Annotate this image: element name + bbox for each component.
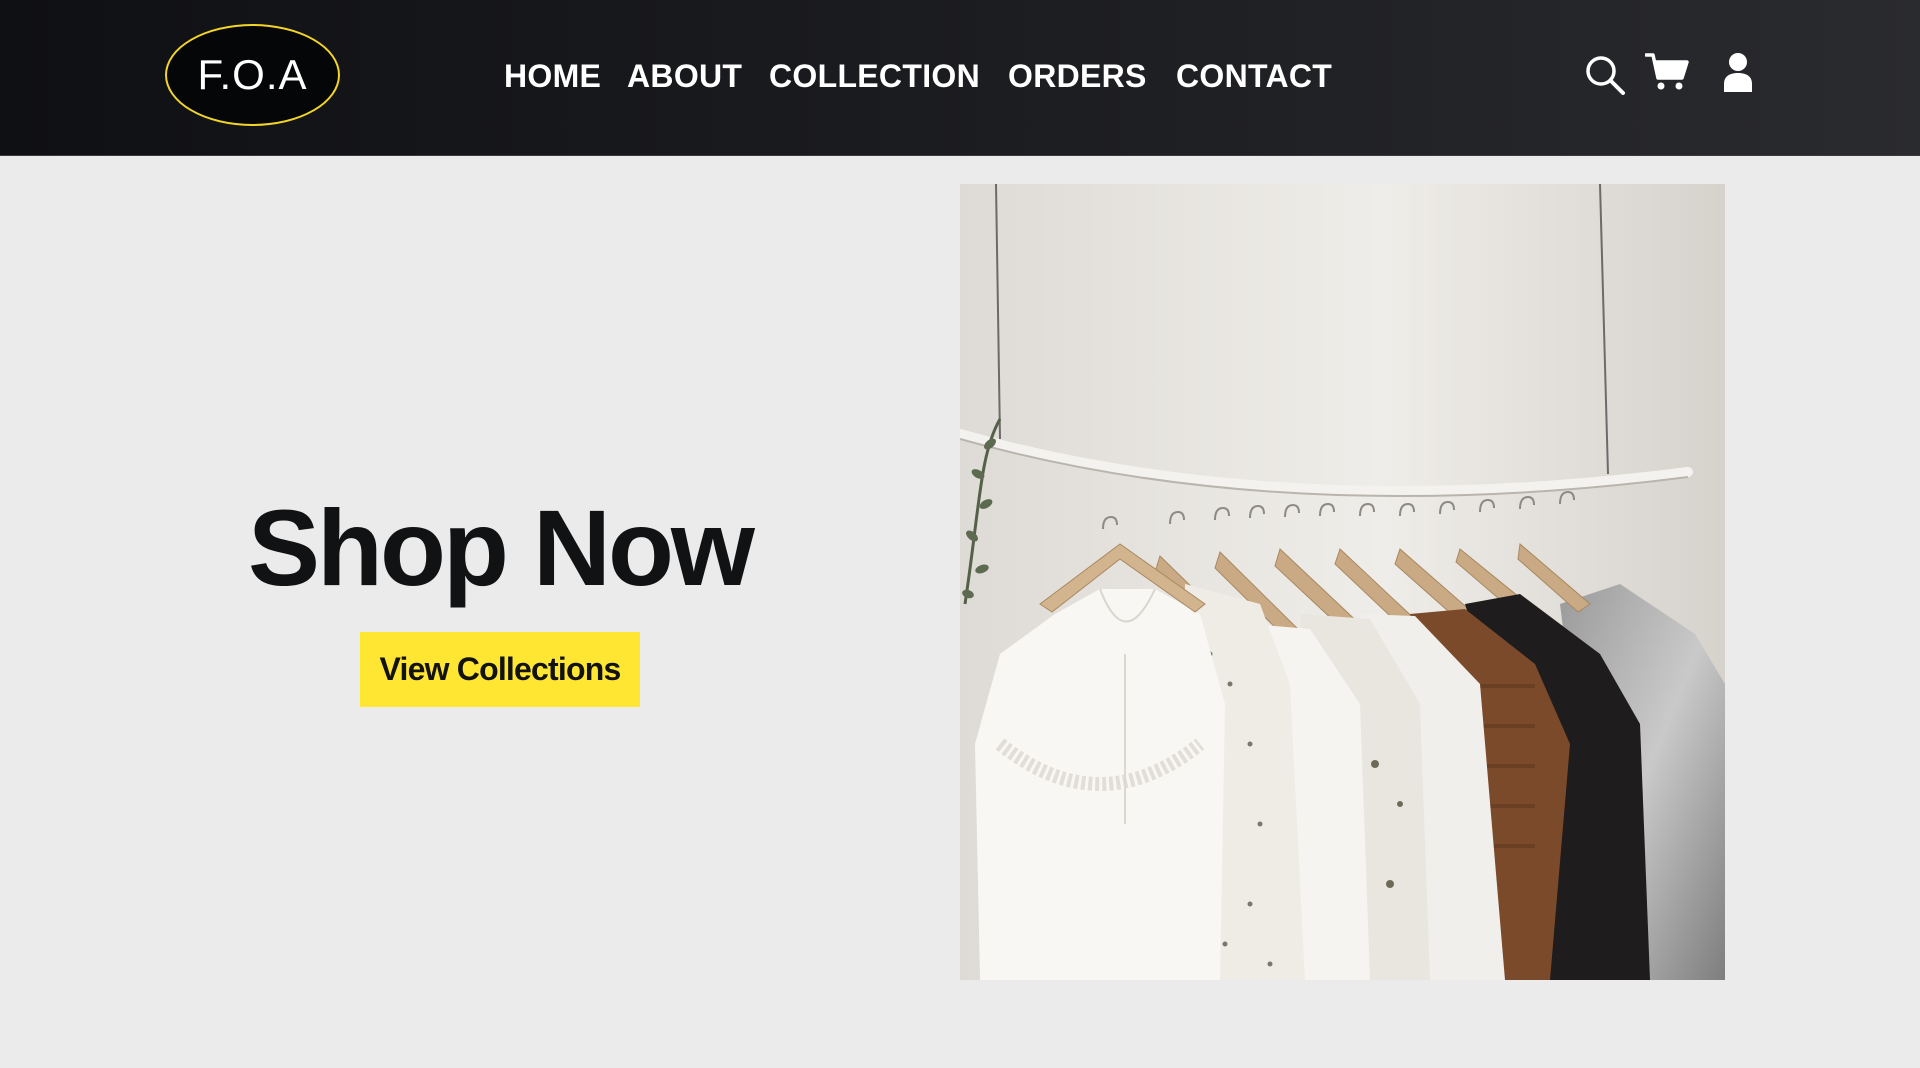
user-icon[interactable] xyxy=(1722,52,1754,97)
nav-home[interactable]: HOME xyxy=(504,56,601,96)
nav-contact[interactable]: CONTACT xyxy=(1176,56,1332,96)
main-nav: HOME ABOUT COLLECTION ORDERS CONTACT xyxy=(0,0,1920,156)
cart-icon[interactable] xyxy=(1644,52,1689,97)
clothes-rack-illustration xyxy=(960,184,1725,980)
hero-title: Shop Now xyxy=(248,487,755,608)
clothes-rack-photo xyxy=(960,184,1725,980)
nav-about[interactable]: ABOUT xyxy=(627,56,742,96)
nav-collection[interactable]: COLLECTION xyxy=(769,56,980,96)
view-collections-button[interactable]: View Collections xyxy=(360,632,640,707)
site-header: F.O.A HOME ABOUT COLLECTION ORDERS CONTA… xyxy=(0,0,1920,156)
nav-orders[interactable]: ORDERS xyxy=(1008,56,1147,96)
search-icon[interactable] xyxy=(1584,54,1626,101)
